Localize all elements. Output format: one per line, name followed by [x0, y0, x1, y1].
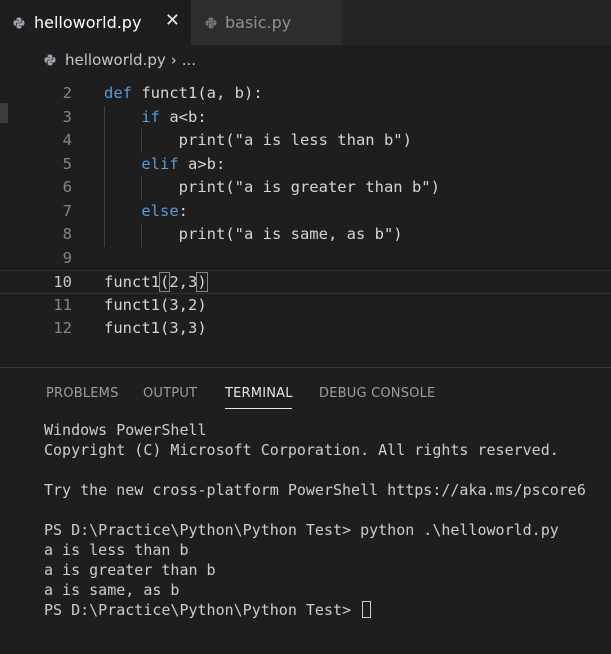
- line-number: 2: [62, 84, 72, 102]
- terminal-prompt: PS D:\Practice\Python\Python Test>: [44, 601, 361, 619]
- code-text: elif a>b:: [141, 154, 226, 173]
- breadcrumb-file[interactable]: helloworld.py: [65, 51, 166, 69]
- editor-tab-bar: helloworld.py ✕ basic.py: [0, 0, 611, 45]
- terminal-line: Try the new cross-platform PowerShell ht…: [44, 481, 586, 499]
- chevron-right-icon: ›: [170, 51, 177, 69]
- active-tab-indicator: [225, 408, 292, 409]
- terminal-line: Copyright (C) Microsoft Corporation. All…: [44, 441, 559, 459]
- code-text: if a<b:: [141, 107, 207, 126]
- code-text: else:: [141, 201, 188, 220]
- tab-helloworld[interactable]: helloworld.py ✕: [0, 0, 191, 45]
- tab-basic[interactable]: basic.py: [191, 0, 341, 45]
- code-line: 9: [0, 247, 611, 271]
- code-line: 8 print("a is same, as b"): [0, 223, 611, 247]
- tab-problems[interactable]: PROBLEMS: [46, 386, 119, 401]
- tab-output[interactable]: OUTPUT: [143, 386, 197, 401]
- line-number: 7: [62, 201, 72, 220]
- code-text: funct1(2,3): [104, 272, 208, 292]
- panel-tabs: PROBLEMS OUTPUT TERMINAL DEBUG CONSOLE: [0, 368, 611, 412]
- line-number: 5: [62, 154, 72, 173]
- line-number: 10: [53, 273, 72, 291]
- terminal-output[interactable]: Windows PowerShell Copyright (C) Microso…: [44, 420, 586, 620]
- code-text: print("a is less than b"): [104, 131, 412, 149]
- line-number: 12: [53, 319, 72, 337]
- terminal-line: a is same, as b: [44, 581, 180, 599]
- python-file-icon: [13, 17, 25, 29]
- code-text: def funct1(a, b):: [104, 84, 263, 102]
- breadcrumb: helloworld.py › ...: [0, 45, 611, 75]
- line-number: 3: [62, 107, 72, 126]
- code-text: funct1(3,2): [104, 295, 207, 314]
- line-number: 9: [62, 248, 72, 267]
- tab-terminal[interactable]: TERMINAL: [225, 386, 293, 401]
- code-line: 4 print("a is less than b"): [0, 129, 611, 153]
- code-line: 11 funct1(3,2): [0, 294, 611, 318]
- bottom-panel: PROBLEMS OUTPUT TERMINAL DEBUG CONSOLE W…: [0, 367, 611, 654]
- close-icon[interactable]: ✕: [165, 11, 180, 31]
- python-file-icon: [205, 17, 217, 29]
- code-line: 6 print("a is greater than b"): [0, 176, 611, 200]
- code-line: 12 funct1(3,3): [0, 317, 611, 341]
- tab-debug-console[interactable]: DEBUG CONSOLE: [319, 386, 435, 401]
- breadcrumb-more[interactable]: ...: [182, 51, 196, 69]
- line-number: 11: [53, 295, 72, 314]
- code-line: 7 else:: [0, 199, 611, 223]
- code-text: funct1(3,3): [104, 319, 207, 337]
- code-text: print("a is greater than b"): [104, 178, 440, 196]
- terminal-line: Windows PowerShell: [44, 421, 207, 439]
- python-file-icon: [44, 54, 56, 66]
- code-line: 5 elif a>b:: [0, 152, 611, 176]
- tab-label: helloworld.py: [34, 13, 142, 32]
- code-line: 10 funct1(2,3): [0, 270, 611, 294]
- terminal-line: a is greater than b: [44, 561, 216, 579]
- line-number: 4: [62, 131, 72, 149]
- code-line: 3 if a<b:: [0, 105, 611, 129]
- terminal-line: PS D:\Practice\Python\Python Test> pytho…: [44, 521, 559, 539]
- code-text: print("a is same, as b"): [104, 225, 403, 243]
- tab-label: basic.py: [225, 13, 292, 32]
- terminal-prompt-line: PS D:\Practice\Python\Python Test>: [44, 600, 586, 620]
- terminal-cursor[interactable]: [362, 601, 372, 618]
- line-number: 6: [62, 178, 72, 196]
- terminal-line: a is less than b: [44, 541, 189, 559]
- code-editor[interactable]: 2 def funct1(a, b): 3 if a<b: 4 print("a is…: [0, 75, 611, 355]
- line-number: 8: [62, 225, 72, 243]
- code-line: 2 def funct1(a, b):: [0, 82, 611, 106]
